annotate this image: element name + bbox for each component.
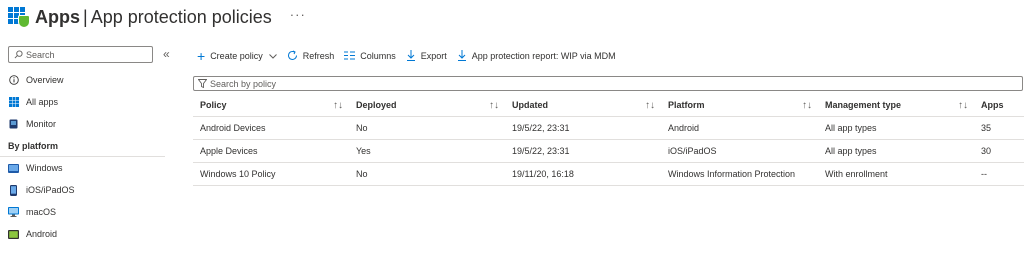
sidebar-item-label: Windows [26,163,63,173]
sort-icon[interactable]: ↑↓ [489,100,499,111]
sidebar-item-label: iOS/iPadOS [26,185,75,195]
column-header-label: Apps [981,100,1004,110]
cell-deployed: Yes [356,146,371,156]
column-header-label: Deployed [356,100,397,110]
title-bold: Apps [35,6,80,27]
download-icon [406,49,416,63]
sidebar-item-ios[interactable]: iOS/iPadOS [0,179,180,201]
report-button[interactable]: App protection report: WIP via MDM [457,49,616,63]
more-options-button[interactable]: ··· [290,7,306,22]
cell-updated: 19/5/22, 23:31 [512,123,570,133]
section-by-platform: By platform [0,135,165,157]
cell-policy[interactable]: Windows 10 Policy [193,169,349,179]
sidebar-item-label: Monitor [26,119,57,129]
sort-icon[interactable]: ↑↓ [645,100,655,111]
table-row[interactable]: Apple Devices Yes 19/5/22, 23:31 iOS/iPa… [193,140,1024,163]
create-policy-button[interactable]: + Create policy [197,49,277,63]
refresh-icon [287,50,298,63]
column-header-label: Platform [668,100,705,110]
table-row[interactable]: Android Devices No 19/5/22, 23:31 Androi… [193,117,1024,140]
column-header-management-type[interactable]: Management type ↑↓ [818,100,974,111]
cell-apps: 30 [981,146,992,156]
sidebar-item-macos[interactable]: macOS [0,201,180,223]
chevron-down-icon [268,51,277,61]
cell-management-type: With enrollment [825,169,888,179]
policy-search-box[interactable] [193,76,1023,91]
sidebar-item-label: All apps [26,97,59,107]
plus-icon: + [197,48,206,64]
sidebar-item-label: Android [26,229,58,239]
monitor-icon [8,119,19,130]
collapse-sidebar-button[interactable]: « [163,47,170,61]
phone-icon [8,184,19,196]
windows-icon [8,163,19,174]
column-header-label: Management type [825,100,902,110]
grid-icon [8,97,19,108]
column-header-policy[interactable]: Policy ↑↓ [193,100,349,111]
android-icon [8,229,19,240]
report-label: App protection report: WIP via MDM [471,51,616,61]
cell-deployed: No [356,123,368,133]
sidebar-item-monitor[interactable]: Monitor [0,113,180,135]
filter-icon [198,79,207,88]
download-icon [457,49,467,63]
cell-management-type: All app types [825,146,877,156]
page-title: Apps | App protection policies [35,7,272,28]
command-bar: + Create policy Refresh Columns Export A… [197,47,626,65]
page-header: Apps | App protection policies ··· [8,4,306,30]
column-header-updated[interactable]: Updated ↑↓ [505,100,661,111]
cell-policy[interactable]: Apple Devices [193,146,349,156]
sidebar-search-input[interactable] [26,49,136,60]
sort-icon[interactable]: ↑↓ [958,100,968,111]
export-button[interactable]: Export [406,49,447,63]
refresh-label: Refresh [302,51,335,61]
sidebar-item-all-apps[interactable]: All apps [0,91,180,113]
cell-apps: -- [981,169,987,179]
cell-apps: 35 [981,123,992,133]
table-row[interactable]: Windows 10 Policy No 19/11/20, 16:18 Win… [193,163,1024,186]
cell-platform: Windows Information Protection [668,169,796,179]
policy-search-input[interactable] [210,78,510,89]
sort-icon[interactable]: ↑↓ [333,100,343,111]
table-header-row: Policy ↑↓ Deployed ↑↓ Updated ↑↓ Platform ↑↓… [193,94,1024,117]
apps-icon [8,7,30,28]
column-header-label: Updated [512,100,548,110]
column-header-apps[interactable]: Apps [974,100,1024,110]
columns-button[interactable]: Columns [344,50,396,62]
cell-policy[interactable]: Android Devices [193,123,349,133]
policies-table: Policy ↑↓ Deployed ↑↓ Updated ↑↓ Platform ↑↓… [193,94,1024,186]
cell-platform: Android [668,123,700,133]
create-policy-label: Create policy [210,51,263,61]
sidebar-search[interactable] [8,46,153,63]
column-header-label: Policy [200,100,227,110]
title-rest: App protection policies [90,6,272,27]
sidebar-item-label: macOS [26,207,57,217]
columns-label: Columns [360,51,396,61]
desktop-icon [8,207,19,218]
refresh-button[interactable]: Refresh [287,50,335,63]
info-icon [8,75,19,86]
sidebar-item-overview[interactable]: Overview [0,69,180,91]
cell-management-type: All app types [825,123,877,133]
cell-deployed: No [356,169,368,179]
search-icon [14,50,23,59]
title-separator: | [83,6,88,27]
cell-platform: iOS/iPadOS [668,146,717,156]
sidebar-item-android[interactable]: Android [0,223,180,245]
cell-updated: 19/11/20, 16:18 [512,169,574,179]
sidebar: « Overview All apps Monitor By platform … [0,46,180,245]
sort-icon[interactable]: ↑↓ [802,100,812,111]
export-label: Export [420,51,447,61]
columns-icon [344,50,356,62]
column-header-deployed[interactable]: Deployed ↑↓ [349,100,505,111]
sidebar-item-label: Overview [26,75,64,85]
column-header-platform[interactable]: Platform ↑↓ [661,100,818,111]
sidebar-item-windows[interactable]: Windows [0,157,180,179]
cell-updated: 19/5/22, 23:31 [512,146,570,156]
